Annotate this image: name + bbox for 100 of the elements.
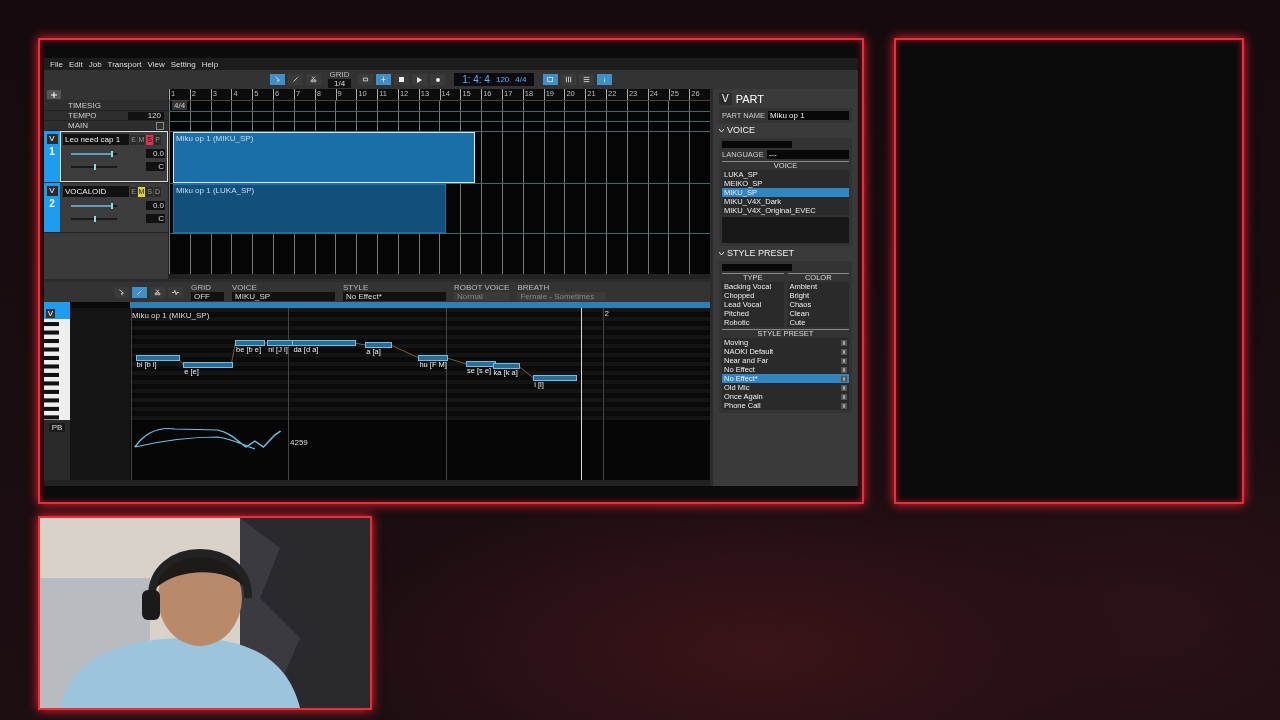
info-icon: [841, 357, 847, 364]
track-type-badge: V: [46, 309, 55, 318]
pencil-tool-button[interactable]: [288, 74, 303, 85]
pan-field[interactable]: C: [146, 214, 165, 223]
scissors-icon[interactable]: [310, 76, 317, 83]
track-label: MAIN: [68, 121, 88, 130]
info-icon: [841, 366, 847, 373]
volume-slider[interactable]: [71, 204, 117, 207]
info-button[interactable]: [597, 74, 613, 85]
grid-select[interactable]: OFF: [191, 291, 224, 301]
play-button[interactable]: [412, 74, 428, 85]
info-icon: [841, 339, 847, 346]
sliders-icon[interactable]: [565, 76, 573, 83]
field-label: GRID: [191, 283, 212, 292]
part-name: Miku op 1 (MIKU_SP): [132, 311, 210, 320]
parameter-select[interactable]: PB: [48, 423, 66, 432]
track-number: 1: [49, 147, 55, 156]
checkbox[interactable]: [156, 121, 164, 130]
grid-select[interactable]: 1/4: [328, 79, 352, 88]
note-block[interactable]: [533, 375, 578, 381]
info-icon: [841, 348, 847, 355]
track-label: TEMPO: [68, 111, 97, 120]
style-select[interactable]: No Effect*: [343, 291, 446, 301]
menu-item[interactable]: Edit: [68, 59, 83, 69]
info-icon: [841, 384, 847, 391]
track-type-badge: V: [46, 134, 58, 144]
scissors-icon[interactable]: [154, 288, 161, 296]
pencil-icon[interactable]: [292, 76, 299, 83]
section-title: STYLE PRESET: [727, 249, 795, 258]
menu-item[interactable]: Transport: [107, 59, 142, 69]
volume-slider[interactable]: [71, 152, 117, 155]
pan-slider[interactable]: [71, 165, 117, 168]
chevron-icon: [719, 251, 724, 256]
menu-item[interactable]: View: [147, 59, 165, 69]
menu-item[interactable]: Job: [88, 59, 102, 69]
tempo-readout: 120: [495, 75, 510, 84]
section-title: VOICE: [727, 126, 755, 135]
volume-field[interactable]: 0.0: [146, 149, 165, 158]
pan-field[interactable]: C: [146, 162, 165, 171]
track-name-field[interactable]: Leo need cap 1: [63, 134, 129, 145]
grid-label: GRID: [329, 71, 350, 79]
chevron-icon: [719, 128, 724, 133]
timesig-marker: 4/4: [172, 101, 188, 110]
note-block[interactable]: [135, 355, 180, 361]
parameter-value: 4259: [290, 438, 308, 447]
stop-icon: [399, 77, 405, 82]
waveform-icon[interactable]: [172, 288, 179, 296]
track-label: TIMESIG: [68, 100, 101, 110]
pan-slider[interactable]: [71, 217, 117, 220]
track-part[interactable]: Miku op 1 (LUKA_SP): [173, 184, 446, 233]
select-tool-button[interactable]: [114, 286, 129, 298]
scissors-tool-button[interactable]: [150, 286, 165, 298]
field-label: BREATH: [517, 283, 551, 292]
note-block[interactable]: [418, 355, 449, 361]
slider-thumb[interactable]: [111, 150, 114, 157]
field-label: ROBOT VOICE: [454, 283, 510, 292]
parameter-side-panel: [70, 420, 130, 480]
timesig-readout: 4/4: [515, 75, 527, 84]
waveform-tool-button[interactable]: [168, 286, 183, 298]
loop-icon[interactable]: [362, 76, 370, 83]
track-number: 2: [49, 199, 55, 208]
list-icon[interactable]: [583, 76, 591, 83]
language-select[interactable]: ---: [766, 150, 849, 159]
pencil-tool-button[interactable]: [132, 286, 147, 298]
loop-button[interactable]: [358, 74, 374, 85]
menu-item[interactable]: File: [50, 59, 63, 69]
note-block[interactable]: [365, 342, 393, 348]
panel-title: PART: [735, 94, 764, 104]
part-name: Miku op 1 (LUKA_SP): [176, 186, 255, 195]
search-field[interactable]: [722, 264, 792, 271]
track-name-field[interactable]: VOCALOID: [63, 186, 129, 197]
track-type-badge: V: [46, 186, 58, 196]
part-name: Miku op 1 (MIKU_SP): [176, 134, 254, 143]
scissors-tool-button[interactable]: [306, 74, 321, 85]
stop-button[interactable]: [394, 74, 410, 85]
track-part[interactable]: Miku op 1 (MIKU_SP): [173, 132, 475, 183]
search-field[interactable]: [722, 141, 792, 148]
record-icon: [435, 77, 440, 82]
record-button[interactable]: [430, 74, 446, 85]
snap-button[interactable]: [376, 74, 392, 85]
plus-icon: [51, 91, 57, 98]
field-label: VOICE: [232, 283, 258, 292]
menu-item[interactable]: Setting: [170, 59, 196, 69]
scrollbar[interactable]: [44, 480, 710, 486]
slider-thumb[interactable]: [111, 202, 114, 209]
menu-item[interactable]: Help: [201, 59, 219, 69]
voice-select[interactable]: MIKU_SP: [232, 291, 335, 301]
edit-button[interactable]: [543, 74, 559, 85]
bar-number: 2: [604, 309, 610, 318]
mixer-button[interactable]: [561, 74, 577, 85]
tempo-field[interactable]: 120: [127, 111, 164, 120]
part-name-field[interactable]: Miku op 1: [767, 111, 849, 120]
info-icon: [841, 393, 847, 400]
play-icon: [417, 76, 423, 83]
panel-badge: V: [719, 93, 732, 105]
volume-field[interactable]: 0.0: [146, 201, 165, 210]
scrollbar[interactable]: [169, 274, 710, 279]
field-label: STYLE: [343, 283, 370, 292]
list-button[interactable]: [579, 74, 595, 85]
info-icon: [841, 402, 847, 409]
